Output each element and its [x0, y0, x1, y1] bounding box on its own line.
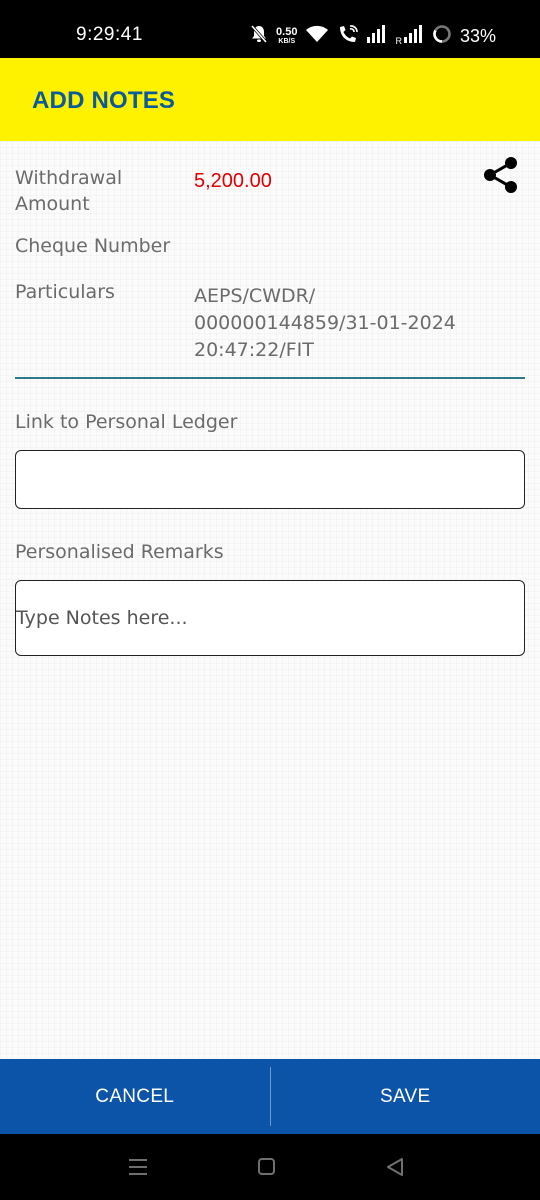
- battery-percent: 33%: [459, 25, 496, 46]
- wifi-icon: [305, 24, 329, 48]
- ledger-input[interactable]: [16, 451, 524, 508]
- section-divider: [15, 377, 525, 379]
- net-speed-unit: KB/S: [278, 38, 296, 45]
- status-time: 9:29:41: [76, 24, 143, 45]
- roaming-label: R: [395, 36, 402, 46]
- recents-icon[interactable]: [128, 1156, 148, 1182]
- action-bar: CANCEL SAVE: [0, 1059, 540, 1134]
- remarks-field[interactable]: [15, 580, 525, 656]
- status-icons: 0.50 KB/S R 33%: [250, 23, 496, 49]
- particulars-line2: 000000144859/31-01-2024: [194, 312, 456, 334]
- remarks-label: Personalised Remarks: [15, 541, 224, 563]
- cancel-button[interactable]: CANCEL: [0, 1059, 270, 1134]
- particulars-line1: AEPS/CWDR/: [194, 285, 316, 307]
- withdrawal-amount-value: 5,200.00: [194, 170, 272, 192]
- net-speed: 0.50 KB/S: [276, 26, 298, 46]
- signal-roaming-icon: [403, 25, 424, 47]
- mute-bell-icon: [250, 24, 268, 48]
- cheque-number-label: Cheque Number: [15, 235, 171, 257]
- notes-content: Withdrawal Amount 5,200.00 Cheque Number…: [0, 141, 540, 1059]
- particulars-line3: 20:47:22/FIT: [194, 339, 314, 361]
- net-speed-value: 0.50: [276, 26, 298, 38]
- particulars-value: AEPS/CWDR/ 000000144859/31-01-2024 20:47…: [194, 283, 456, 364]
- wifi-call-icon: [337, 24, 359, 48]
- signal-icon: [367, 25, 387, 47]
- withdrawal-label-line1: Withdrawal: [15, 167, 123, 189]
- page-title: ADD NOTES: [32, 87, 176, 114]
- system-nav-bar: [0, 1134, 540, 1200]
- app-bar: ADD NOTES: [0, 58, 540, 141]
- withdrawal-label-line2: Amount: [15, 193, 90, 215]
- share-icon: [484, 157, 517, 193]
- share-button[interactable]: [480, 155, 522, 195]
- status-bar: 9:29:41 0.50 KB/S R 33%: [0, 0, 540, 58]
- ledger-label: Link to Personal Ledger: [15, 411, 238, 433]
- withdrawal-amount-label: Withdrawal Amount: [15, 165, 122, 217]
- home-icon[interactable]: [257, 1157, 277, 1181]
- remarks-input[interactable]: [16, 581, 524, 655]
- battery-ring-icon: [432, 24, 452, 48]
- save-button[interactable]: SAVE: [271, 1059, 540, 1134]
- back-icon[interactable]: [385, 1156, 405, 1182]
- particulars-label: Particulars: [15, 281, 115, 303]
- ledger-field[interactable]: [15, 450, 525, 509]
